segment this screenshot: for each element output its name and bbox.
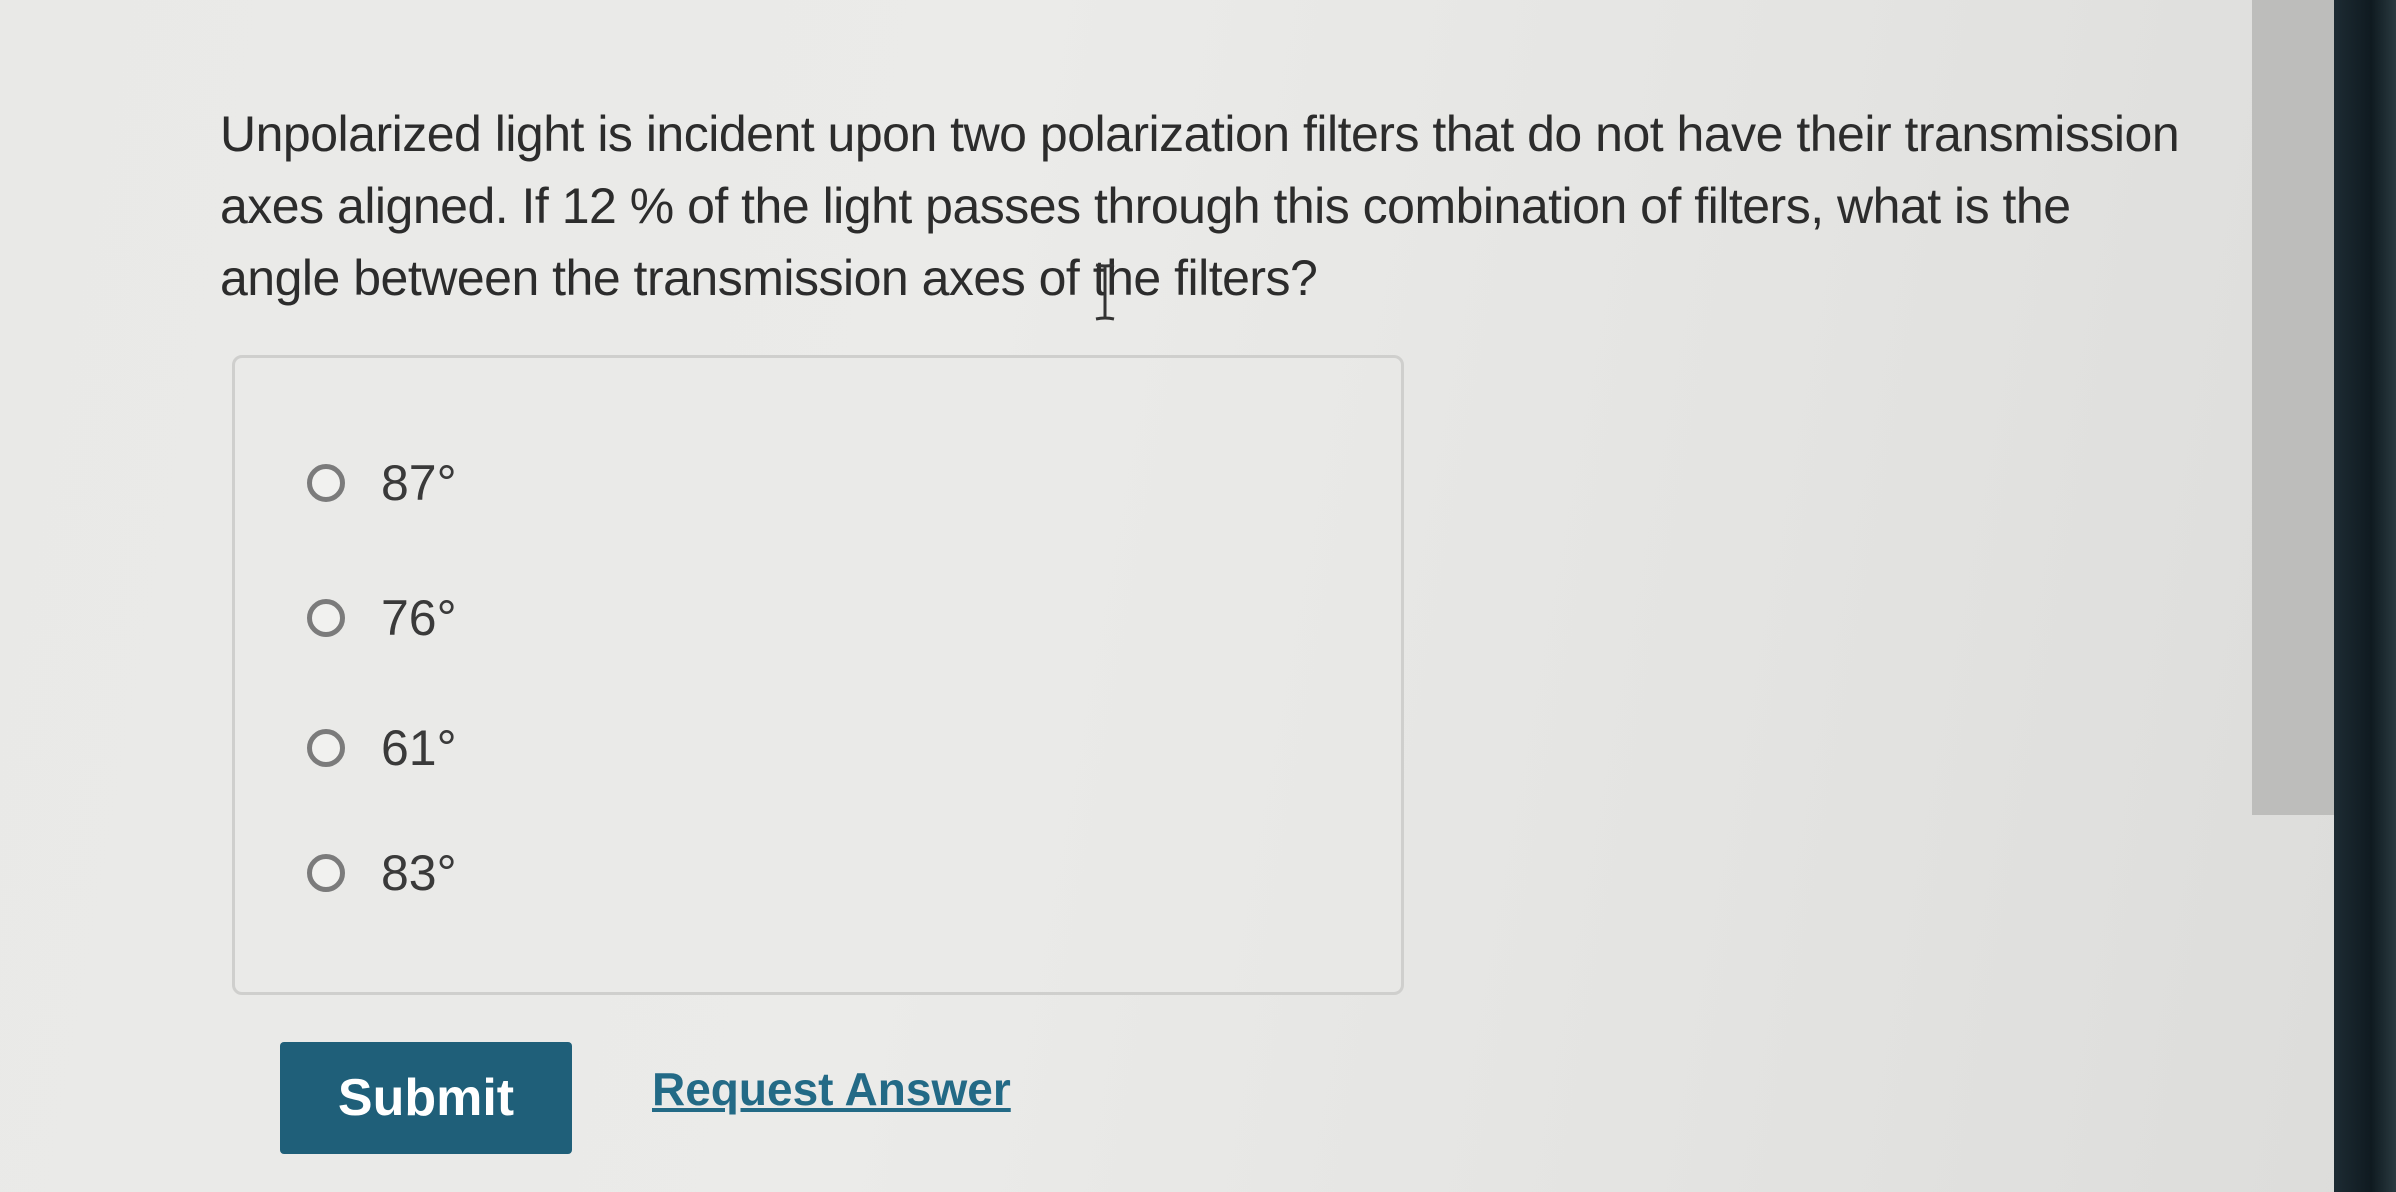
option-label: 83° — [381, 845, 457, 901]
option-1[interactable]: 87° — [307, 448, 457, 518]
option-label: 61° — [381, 720, 457, 776]
text-cursor-icon — [1095, 263, 1115, 321]
monitor-bezel — [2334, 0, 2396, 1192]
option-4[interactable]: 83° — [307, 838, 457, 908]
answer-options-box: 87° 76° 61° 83° — [232, 355, 1404, 995]
option-label: 76° — [381, 590, 457, 646]
radio-button[interactable] — [307, 599, 345, 637]
screen: Unpolarized light is incident upon two p… — [0, 0, 2396, 1192]
radio-button[interactable] — [307, 854, 345, 892]
radio-button[interactable] — [307, 729, 345, 767]
radio-button[interactable] — [307, 464, 345, 502]
option-label: 87° — [381, 455, 457, 511]
request-answer-link[interactable]: Request Answer — [652, 1062, 1011, 1116]
option-2[interactable]: 76° — [307, 583, 457, 653]
option-3[interactable]: 61° — [307, 713, 457, 783]
question-text: Unpolarized light is incident upon two p… — [220, 106, 2180, 306]
submit-button[interactable]: Submit — [280, 1042, 572, 1154]
scrollbar-thumb[interactable] — [2252, 0, 2334, 815]
